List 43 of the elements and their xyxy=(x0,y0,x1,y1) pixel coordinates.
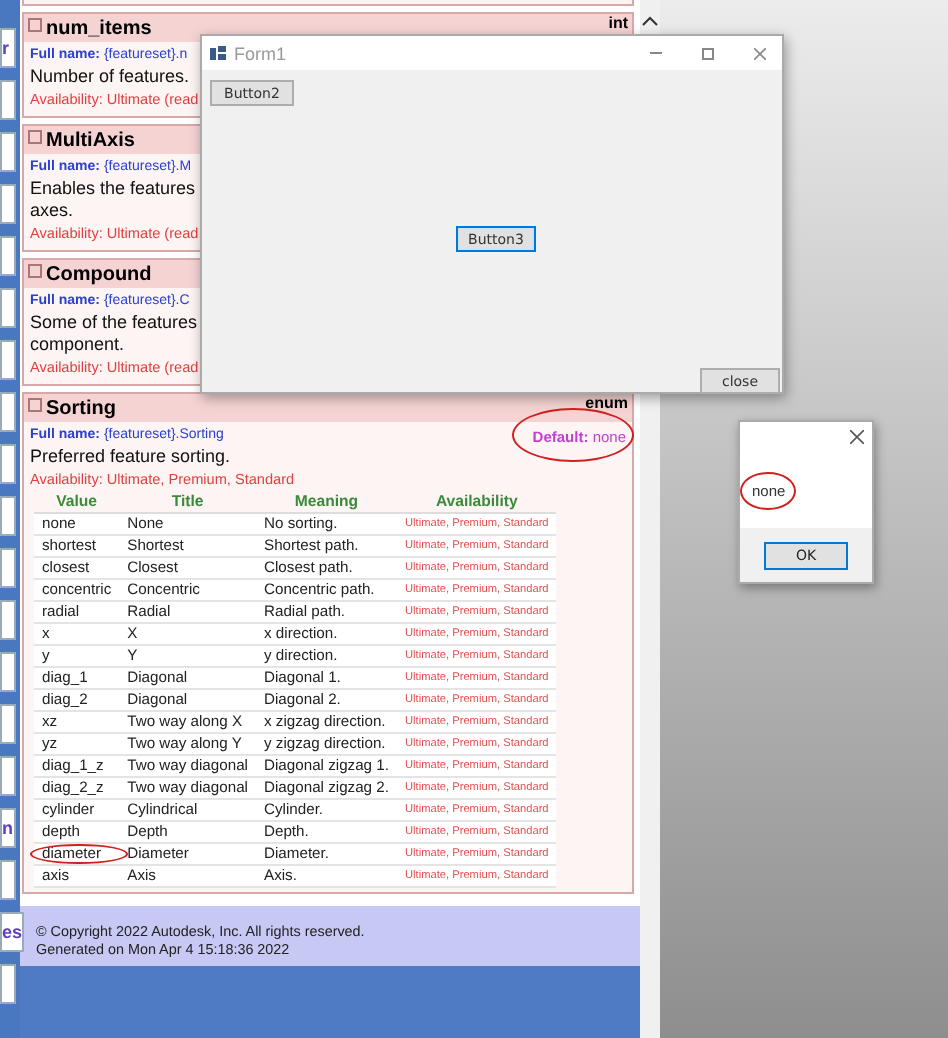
property-name: MultiAxis xyxy=(46,129,137,151)
maximize-icon[interactable] xyxy=(702,47,714,59)
sidebar-tab[interactable] xyxy=(0,756,16,796)
description: Some of the features xyxy=(30,312,198,334)
sidebar-tab[interactable] xyxy=(0,392,16,432)
close-icon[interactable] xyxy=(850,430,864,444)
sidebar-tab[interactable] xyxy=(0,652,16,692)
sidebar-tab[interactable] xyxy=(0,600,16,640)
sidebar-tab[interactable] xyxy=(0,80,16,120)
property-name: Sorting xyxy=(46,397,118,419)
property-name: num_items xyxy=(46,17,154,39)
app-icon xyxy=(210,46,226,60)
description: Preferred feature sorting. xyxy=(30,446,231,468)
sidebar-tab[interactable] xyxy=(0,236,16,276)
collapse-icon[interactable] xyxy=(28,398,42,412)
sidebar-tab[interactable]: es xyxy=(0,912,25,952)
property-type: int xyxy=(608,14,628,32)
sidebar-tab[interactable] xyxy=(0,288,16,328)
sidebar-tab[interactable] xyxy=(0,704,16,744)
sidebar-tab[interactable] xyxy=(0,340,16,380)
annotation-circle xyxy=(740,472,796,510)
sidebar-tab[interactable] xyxy=(0,964,16,1004)
caret-up-icon[interactable] xyxy=(642,16,658,26)
collapse-icon[interactable] xyxy=(28,264,42,278)
sidebar-tab[interactable] xyxy=(0,496,16,536)
description: Number of features. xyxy=(30,66,190,88)
sidebar-tab[interactable]: n xyxy=(0,808,16,848)
window-title: Form1 xyxy=(234,43,289,63)
sidebar-tab[interactable]: r xyxy=(0,28,16,68)
sidebar-tab[interactable] xyxy=(0,444,16,484)
annotation-circle xyxy=(512,408,634,462)
sidebar-tab[interactable] xyxy=(0,548,16,588)
property-name: Compound xyxy=(46,263,154,285)
property-type: enum xyxy=(585,394,628,412)
collapse-icon[interactable] xyxy=(28,18,42,32)
sidebar-tab[interactable] xyxy=(0,132,16,172)
sidebar-tab[interactable] xyxy=(0,860,16,900)
sidebar-tab[interactable] xyxy=(0,184,16,224)
collapse-icon[interactable] xyxy=(28,130,42,144)
description: component. xyxy=(30,334,125,356)
close-icon[interactable] xyxy=(754,47,766,59)
description: Enables the features xyxy=(30,178,196,200)
description: axes. xyxy=(30,200,74,222)
